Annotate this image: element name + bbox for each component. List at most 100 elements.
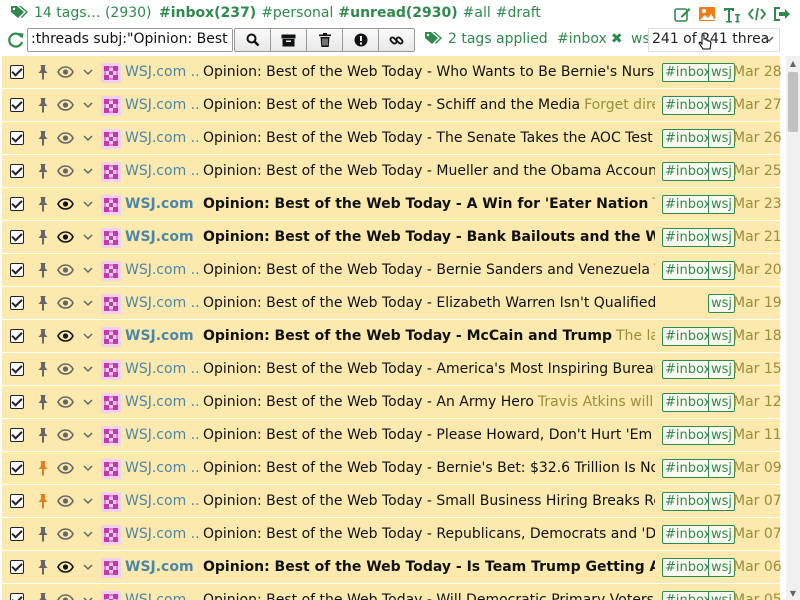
tag-chip[interactable]: wsj xyxy=(708,162,736,181)
table-row[interactable]: WSJ.com ...Opinion: Best of the Web Toda… xyxy=(2,56,782,89)
select-checkbox[interactable] xyxy=(10,560,24,574)
select-checkbox[interactable] xyxy=(10,296,24,310)
tag-chip[interactable]: #inbox xyxy=(662,129,715,148)
tag-summary[interactable]: 14 tags… (2930) xyxy=(10,5,152,21)
tag-chip[interactable]: #inbox xyxy=(662,360,715,379)
chevron-down-icon[interactable] xyxy=(82,196,94,212)
tag-chip[interactable]: #inbox xyxy=(662,525,715,544)
pin-icon[interactable] xyxy=(36,493,50,509)
applied-tag-inbox[interactable]: #inbox ✖ xyxy=(557,31,623,47)
tag-chip[interactable]: wsj xyxy=(708,426,736,445)
eye-icon[interactable] xyxy=(57,361,74,377)
table-row[interactable]: WSJ.com ...Opinion: Best of the Web Toda… xyxy=(2,386,782,419)
select-checkbox[interactable] xyxy=(10,362,24,376)
tag-chip[interactable]: wsj xyxy=(708,327,736,346)
pin-icon[interactable] xyxy=(36,460,50,476)
pin-icon[interactable] xyxy=(36,394,50,410)
select-checkbox[interactable] xyxy=(10,593,24,600)
chevron-down-icon[interactable] xyxy=(82,394,94,410)
chevron-down-icon[interactable] xyxy=(82,295,94,311)
eye-icon[interactable] xyxy=(57,196,74,212)
tag-chip[interactable]: #inbox xyxy=(662,96,715,115)
table-row[interactable]: WSJ.com ...Opinion: Best of the Web Toda… xyxy=(2,188,782,221)
table-row[interactable]: WSJ.com ...Opinion: Best of the Web Toda… xyxy=(2,452,782,485)
eye-icon[interactable] xyxy=(57,493,74,509)
pin-icon[interactable] xyxy=(36,526,50,542)
table-row[interactable]: WSJ.com ...Opinion: Best of the Web Toda… xyxy=(2,485,782,518)
subject-cell[interactable]: Opinion: Best of the Web Today - The Sen… xyxy=(203,130,655,146)
scrollbar[interactable]: ▲ ▼ xyxy=(786,56,800,600)
table-row[interactable]: WSJ.com ...Opinion: Best of the Web Toda… xyxy=(2,122,782,155)
search-button[interactable] xyxy=(234,28,271,52)
tag-chip[interactable]: #inbox xyxy=(662,162,715,181)
applied-tags-summary[interactable]: 2 tags applied xyxy=(424,31,548,47)
pin-icon[interactable] xyxy=(36,559,50,575)
eye-icon[interactable] xyxy=(57,64,74,80)
subject-cell[interactable]: Opinion: Best of the Web Today - McCain … xyxy=(203,328,655,344)
filter-item[interactable]: #draft xyxy=(496,5,541,21)
chevron-down-icon[interactable] xyxy=(82,64,94,80)
table-row[interactable]: WSJ.com ...Opinion: Best of the Web Toda… xyxy=(2,155,782,188)
subject-cell[interactable]: Opinion: Best of the Web Today - Please … xyxy=(203,427,655,443)
eye-icon[interactable] xyxy=(57,163,74,179)
subject-cell[interactable]: Opinion: Best of the Web Today - America… xyxy=(203,361,655,377)
tag-chip[interactable]: wsj xyxy=(708,261,736,280)
link-button[interactable] xyxy=(378,28,415,52)
pin-icon[interactable] xyxy=(36,196,50,212)
tag-chip[interactable]: #inbox xyxy=(662,195,715,214)
tag-chip[interactable]: #inbox xyxy=(662,558,715,577)
chevron-down-icon[interactable] xyxy=(82,361,94,377)
select-checkbox[interactable] xyxy=(10,164,24,178)
tag-chip[interactable]: #inbox xyxy=(662,327,715,346)
chevron-down-icon[interactable] xyxy=(82,592,94,600)
eye-icon[interactable] xyxy=(57,295,74,311)
select-checkbox[interactable] xyxy=(10,527,24,541)
text-size-icon[interactable] xyxy=(722,4,742,24)
eye-icon[interactable] xyxy=(57,229,74,245)
eye-icon[interactable] xyxy=(57,394,74,410)
applied-tag-more[interactable]: ws xyxy=(631,31,650,47)
table-row[interactable]: WSJ.com ...Opinion: Best of the Web Toda… xyxy=(2,551,782,584)
tag-chip[interactable]: wsj xyxy=(708,228,736,247)
chevron-down-icon[interactable] xyxy=(82,328,94,344)
subject-cell[interactable]: Opinion: Best of the Web Today - Bank Ba… xyxy=(203,229,655,245)
select-checkbox[interactable] xyxy=(10,395,24,409)
pin-icon[interactable] xyxy=(36,328,50,344)
select-checkbox[interactable] xyxy=(10,494,24,508)
subject-cell[interactable]: Opinion: Best of the Web Today - Is Team… xyxy=(203,559,655,575)
tag-chip[interactable]: #inbox xyxy=(662,393,715,412)
pin-icon[interactable] xyxy=(36,295,50,311)
filter-item[interactable]: #personal xyxy=(261,5,333,21)
subject-cell[interactable]: Opinion: Best of the Web Today - An Army… xyxy=(203,394,655,410)
chevron-down-icon[interactable] xyxy=(82,163,94,179)
subject-cell[interactable]: Opinion: Best of the Web Today - Mueller… xyxy=(203,163,655,179)
tag-chip[interactable]: wsj xyxy=(708,393,736,412)
scroll-down-icon[interactable]: ▼ xyxy=(786,586,800,600)
logout-icon[interactable] xyxy=(772,4,792,24)
select-checkbox[interactable] xyxy=(10,263,24,277)
pin-icon[interactable] xyxy=(36,262,50,278)
tag-chip[interactable]: #inbox xyxy=(662,426,715,445)
chevron-down-icon[interactable] xyxy=(82,262,94,278)
eye-icon[interactable] xyxy=(57,130,74,146)
remove-tag-icon[interactable]: ✖ xyxy=(611,31,623,47)
select-checkbox[interactable] xyxy=(10,329,24,343)
tag-chip[interactable]: wsj xyxy=(708,63,736,82)
subject-cell[interactable]: Opinion: Best of the Web Today - Elizabe… xyxy=(203,295,655,311)
table-row[interactable]: WSJ.com ...Opinion: Best of the Web Toda… xyxy=(2,254,782,287)
eye-icon[interactable] xyxy=(57,97,74,113)
eye-icon[interactable] xyxy=(57,262,74,278)
tag-chip[interactable]: wsj xyxy=(708,360,736,379)
eye-icon[interactable] xyxy=(57,427,74,443)
table-row[interactable]: WSJ.com ...Opinion: Best of the Web Toda… xyxy=(2,89,782,122)
code-icon[interactable] xyxy=(747,4,767,24)
chevron-down-icon[interactable] xyxy=(82,559,94,575)
chevron-down-icon[interactable] xyxy=(82,229,94,245)
subject-cell[interactable]: Opinion: Best of the Web Today - Small B… xyxy=(203,493,655,509)
eye-icon[interactable] xyxy=(57,328,74,344)
chevron-down-icon[interactable] xyxy=(82,493,94,509)
tag-chip[interactable]: wsj xyxy=(708,129,736,148)
tag-chip[interactable]: wsj xyxy=(708,459,736,478)
tag-chip[interactable]: wsj xyxy=(708,492,736,511)
tag-chip[interactable]: #inbox xyxy=(662,63,715,82)
